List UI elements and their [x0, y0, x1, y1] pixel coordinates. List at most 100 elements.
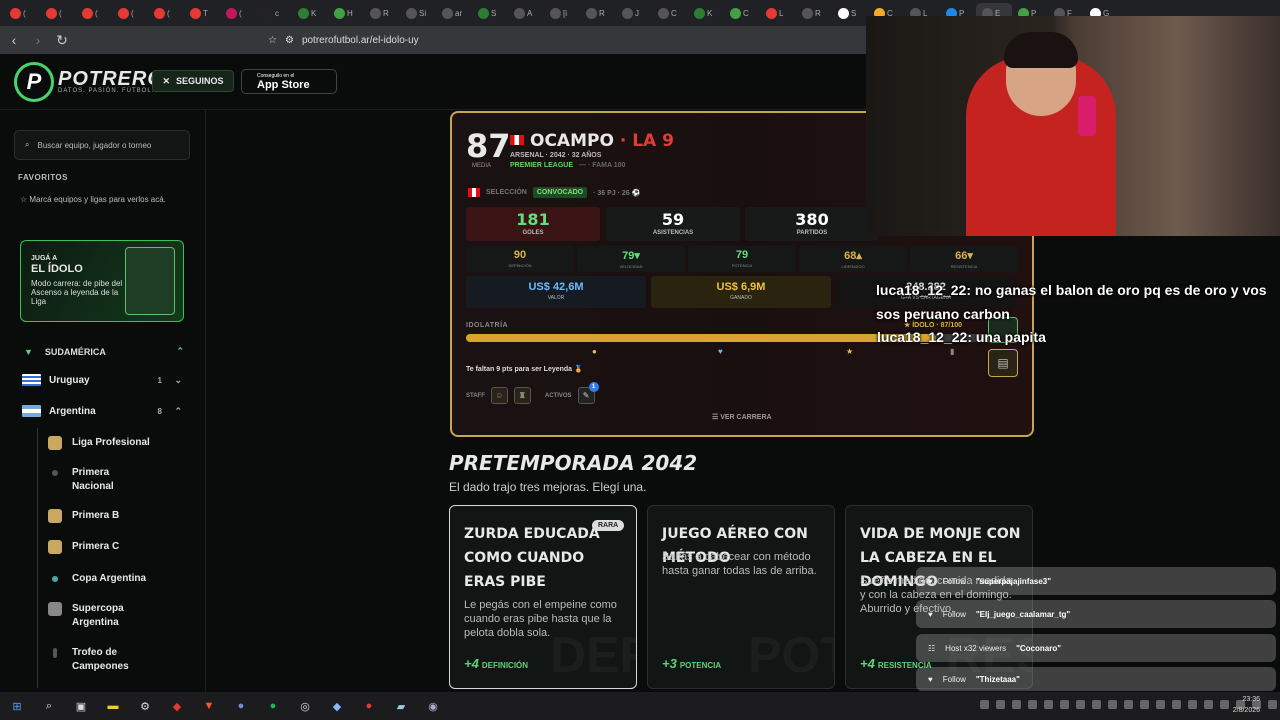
tab-favicon-icon [730, 7, 741, 19]
browser-tab[interactable]: R [364, 3, 400, 23]
country-uruguay[interactable]: Uruguay 1 ⌄ [22, 374, 184, 386]
browser-tab[interactable]: T [184, 3, 220, 23]
stat-label: PARTIDOS [796, 230, 828, 236]
bookmark-icon[interactable]: ☆ [268, 35, 277, 46]
file-explorer-icon[interactable]: ▬ [104, 697, 122, 715]
browser-tab[interactable]: L [760, 3, 796, 23]
search-icon[interactable]: ⌕ [40, 697, 58, 715]
forward-icon[interactable]: › [28, 32, 48, 48]
browser-tab[interactable]: C [652, 3, 688, 23]
search-input[interactable]: ⌕ Buscar equipo, jugador o torneo [14, 130, 190, 160]
app-icon[interactable]: ● [360, 697, 378, 715]
browser-tab[interactable]: K [688, 3, 724, 23]
reload-icon[interactable]: ↻ [52, 32, 72, 49]
discord-icon[interactable]: ● [232, 697, 250, 715]
stream-alert: ☷ Host x32 viewers "Coconaro" [916, 634, 1276, 662]
staff-row: STAFF ☺ ♜ ACTIVOS ✎ 1 [466, 382, 599, 404]
alert-action: Host x32 viewers [945, 643, 1007, 653]
league-item[interactable]: Primera Nacional [48, 466, 168, 494]
promo-player-card-image [125, 247, 175, 315]
bonus-stat: POTENCIA [679, 661, 722, 670]
preseason-choice-card[interactable]: DEF ZURDA EDUCADA COMO CUANDO ERAS PIBE … [449, 505, 637, 689]
browser-tab[interactable]: ( [4, 3, 40, 23]
staff-agent-icon[interactable]: ♜ [513, 387, 531, 404]
bonus-value: +3 [662, 656, 677, 671]
stream-alert: ♥ Follow "superpajajinfase3" [916, 567, 1276, 595]
selection-label: SELECCIÓN [486, 189, 527, 196]
brave-browser-icon[interactable]: ▼ [200, 697, 218, 715]
browser-tab[interactable]: c [256, 3, 292, 23]
choice-description: Saltás a cabecear con método hasta ganar… [662, 551, 817, 577]
league-item[interactable]: Copa Argentina [48, 572, 168, 586]
browser-tab[interactable]: J [616, 3, 652, 23]
alert-target: "Coconaro" [1016, 643, 1062, 653]
stat-label: GOLES [522, 230, 544, 236]
browser-tab[interactable]: C [724, 3, 760, 23]
tab-favicon-icon [586, 7, 597, 19]
browser-tab[interactable]: ( [112, 3, 148, 23]
country-argentina[interactable]: Argentina 8 ⌃ [22, 405, 184, 417]
browser-tab[interactable]: H [328, 3, 364, 23]
browser-tab[interactable]: S [832, 3, 868, 23]
spotify-icon[interactable]: ● [264, 697, 282, 715]
obs-icon[interactable]: ◎ [296, 697, 314, 715]
tab-favicon-icon [82, 7, 93, 19]
tab-label: Si [419, 8, 427, 18]
tab-favicon-icon [298, 7, 309, 19]
browser-tab[interactable]: R [796, 3, 832, 23]
league-item[interactable]: Liga Profesional [48, 436, 168, 450]
app-icon[interactable]: ◆ [168, 697, 186, 715]
follow-x-button[interactable]: ✕ SEGUINOS [152, 70, 234, 92]
task-view-icon[interactable]: ▣ [72, 697, 90, 715]
app-store-button[interactable]: Conseguilo en el App Store [241, 69, 337, 94]
league-item[interactable]: Primera C [48, 540, 168, 554]
action-button-2[interactable]: ▤ [988, 349, 1018, 377]
attribute-label: DEFINICIÓN [508, 263, 532, 268]
stat-value: 380 [795, 210, 829, 229]
browser-tab[interactable]: ar [436, 3, 472, 23]
tab-favicon-icon [550, 7, 561, 19]
browser-tab[interactable]: ( [40, 3, 76, 23]
site-info-icon[interactable]: ⚙ [285, 35, 294, 46]
country-count: 8 [157, 406, 162, 416]
tab-favicon-icon [10, 7, 21, 19]
browser-tab[interactable]: ( [76, 3, 112, 23]
steam-icon[interactable]: ◉ [424, 697, 442, 715]
region-sudamerica[interactable]: ▼ SUDAMÉRICA ⌃ [24, 346, 184, 357]
region-label: SUDAMÉRICA [44, 346, 106, 357]
url-field[interactable]: ☆ ⚙ potrerofutbol.ar/el-idolo-uy [260, 30, 860, 50]
browser-tab[interactable]: K [292, 3, 328, 23]
activos-item-icon[interactable]: ✎ 1 [577, 382, 599, 404]
tab-favicon-icon [334, 7, 345, 19]
browser-tab[interactable]: [i [544, 3, 580, 23]
choice-watermark: POT [748, 627, 834, 683]
browser-tab[interactable]: A [508, 3, 544, 23]
preseason-subtitle: El dado trajo tres mejoras. Elegí una. [449, 480, 647, 494]
alert-action: Follow [942, 576, 966, 586]
attribute-value: 79 [735, 249, 749, 261]
preseason-choice-card[interactable]: POT JUEGO AÉREO CON MÉTODO Saltás a cabe… [647, 505, 835, 689]
attribute-value: 66▾ [955, 250, 973, 262]
ver-carrera-button[interactable]: ☰ VER CARRERA [712, 413, 772, 421]
app-icon[interactable]: ◆ [328, 697, 346, 715]
tab-label: R [383, 8, 389, 18]
browser-tab[interactable]: ( [220, 3, 256, 23]
browser-tab[interactable]: Si [400, 3, 436, 23]
back-icon[interactable]: ‹ [4, 32, 24, 48]
el-idolo-promo-card[interactable]: JUGÁ A EL ÍDOLO Modo carrera: de pibe de… [20, 240, 184, 322]
league-name: Primera B [72, 510, 120, 521]
windows-start-icon[interactable]: ⊞ [8, 697, 26, 715]
taskbar-clock[interactable]: 23:36 2/8/2026 [1233, 694, 1260, 716]
browser-tab[interactable]: R [580, 3, 616, 23]
tab-favicon-icon [694, 7, 705, 19]
potrero-logo[interactable]: P [14, 62, 54, 102]
browser-tab[interactable]: S [472, 3, 508, 23]
app-icon[interactable]: ▰ [392, 697, 410, 715]
staff-coach-icon[interactable]: ☺ [490, 387, 508, 404]
settings-icon[interactable]: ⚙ [136, 697, 154, 715]
browser-tab[interactable]: ( [148, 3, 184, 23]
league-item[interactable]: Supercopa Argentina [48, 602, 168, 630]
uruguay-flag-icon [22, 374, 41, 386]
league-item[interactable]: Primera B [48, 509, 168, 523]
league-item[interactable]: Trofeo de Campeones [48, 646, 168, 674]
